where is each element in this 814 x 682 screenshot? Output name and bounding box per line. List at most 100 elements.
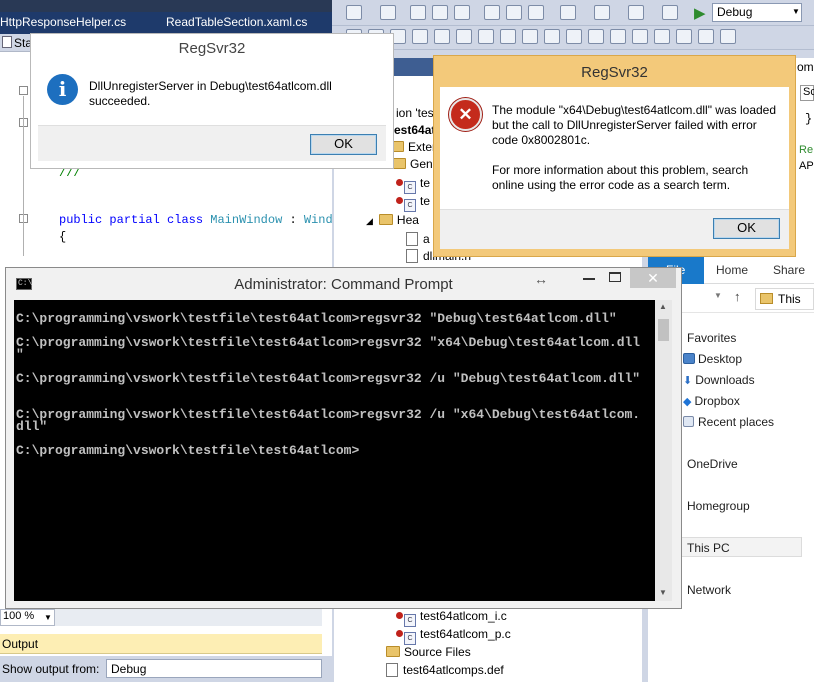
excluded-dot-icon: [396, 197, 403, 204]
start-debug-icon[interactable]: ▶: [694, 4, 706, 22]
toolbar-icon[interactable]: [632, 29, 648, 44]
tree-label: test64atlcom_p.c: [420, 627, 511, 641]
project-node[interactable]: test64atl: [390, 123, 439, 137]
toolbar-icon[interactable]: [544, 29, 560, 44]
tree-file-item[interactable]: Ctest64atlcom_i.c: [396, 609, 507, 627]
tree-label: test64atlcom_i.c: [420, 609, 507, 623]
nav-network[interactable]: Network: [687, 583, 731, 597]
external-dependencies-node[interactable]: Exter: [390, 140, 436, 154]
ribbon-tab-home[interactable]: Home: [716, 263, 748, 277]
code-keyword: partial: [109, 213, 160, 227]
solution-node[interactable]: ion 'tes: [396, 106, 434, 120]
tree-file-item[interactable]: test64atlcomps.def: [386, 663, 504, 677]
outline-collapse-icon[interactable]: [19, 86, 28, 95]
console-line: C:\programming\vswork\testfile\test64atl…: [16, 407, 641, 422]
toolbar-icon[interactable]: [412, 29, 428, 44]
toolbar-icon[interactable]: [610, 29, 626, 44]
horizontal-scrollbar[interactable]: [55, 609, 322, 626]
chevron-down-icon[interactable]: ▼: [44, 613, 52, 622]
tree-file-item[interactable]: Ctest64atlcom_p.c: [396, 627, 511, 645]
scroll-up-icon[interactable]: ▲: [659, 302, 667, 311]
dialog-message-line: DllUnregisterServer in Debug\test64atlco…: [89, 79, 332, 93]
toolbar-icon[interactable]: [588, 29, 604, 44]
nav-recent-places[interactable]: Recent places: [683, 415, 774, 429]
maximize-icon[interactable]: [609, 272, 621, 282]
ok-button[interactable]: OK: [713, 218, 780, 239]
excluded-dot-icon: [396, 630, 403, 637]
close-button[interactable]: ✕: [630, 268, 676, 288]
address-bar[interactable]: This: [755, 288, 814, 310]
redo-icon[interactable]: [594, 5, 610, 20]
open-file-icon[interactable]: [410, 5, 426, 20]
toolbar-icon[interactable]: [720, 29, 736, 44]
scroll-thumb[interactable]: [658, 319, 669, 341]
undo-icon[interactable]: [560, 5, 576, 20]
tree-file-item[interactable]: Cte: [396, 194, 430, 212]
cut-icon[interactable]: [484, 5, 500, 20]
nav-downloads[interactable]: ⬇ Downloads: [683, 373, 755, 387]
edge-text: Sc: [800, 85, 814, 101]
vertical-scrollbar[interactable]: ▲ ▼: [655, 300, 672, 601]
tree-label: te: [420, 176, 431, 190]
minimize-icon[interactable]: [583, 272, 595, 280]
code-base-type: Wind: [303, 213, 333, 227]
tab-httpresponsehelper[interactable]: HttpResponseHelper.cs: [0, 15, 126, 29]
toolbar-icon[interactable]: [522, 29, 538, 44]
excluded-dot-icon: [396, 612, 403, 619]
scroll-down-icon[interactable]: ▼: [659, 588, 667, 597]
save-all-icon[interactable]: [454, 5, 470, 20]
nav-this-pc[interactable]: This PC: [687, 541, 730, 555]
c-file-icon: C: [404, 181, 416, 194]
toolbar-icon[interactable]: [434, 29, 450, 44]
nav-homegroup[interactable]: Homegroup: [687, 499, 750, 513]
solution-configuration-select[interactable]: Debug: [712, 3, 802, 22]
save-icon[interactable]: [432, 5, 448, 20]
toolbar-icon[interactable]: [478, 29, 494, 44]
tree-label: Source Files: [404, 645, 471, 659]
header-files-node[interactable]: ◢ Hea: [366, 213, 419, 227]
tab-readtablepage[interactable]: ReadTableSection.xaml.cs: [166, 15, 307, 29]
ribbon-tab-share[interactable]: Share: [773, 263, 805, 277]
nav-onedrive[interactable]: OneDrive: [687, 457, 738, 471]
excluded-dot-icon: [396, 179, 403, 186]
chevron-down-icon[interactable]: ▼: [792, 7, 800, 16]
add-item-icon[interactable]: [380, 5, 396, 20]
ok-button[interactable]: OK: [310, 134, 377, 155]
output-toolbar: Show output from: Debug: [0, 656, 332, 682]
tree-label: Hea: [396, 213, 419, 227]
edge-text: om.: [797, 60, 814, 74]
up-arrow-icon[interactable]: ↑: [734, 289, 741, 304]
header-file-icon: [406, 232, 418, 246]
copy-icon[interactable]: [506, 5, 522, 20]
toolbar-icon[interactable]: [698, 29, 714, 44]
toolbar-icon[interactable]: [500, 29, 516, 44]
expand-triangle-icon[interactable]: ◢: [366, 216, 373, 226]
toolbar-icon[interactable]: [456, 29, 472, 44]
navigate-backward-icon[interactable]: [628, 5, 644, 20]
toolbar-icon[interactable]: [654, 29, 670, 44]
console-line: C:\programming\vswork\testfile\test64atl…: [16, 371, 641, 386]
cmd-window-title: Administrator: Command Prompt: [234, 276, 453, 293]
nav-dropbox[interactable]: ◆ Dropbox: [683, 394, 740, 408]
console-line: C:\programming\vswork\testfile\test64atl…: [16, 443, 360, 458]
paste-icon[interactable]: [528, 5, 544, 20]
nav-label: Desktop: [698, 352, 743, 366]
tree-file-item[interactable]: Cte: [396, 176, 430, 194]
nav-desktop[interactable]: Desktop: [683, 352, 742, 366]
source-files-node[interactable]: Source Files: [386, 645, 471, 659]
dropbox-icon: ◆: [683, 396, 692, 408]
new-project-icon[interactable]: [346, 5, 362, 20]
folder-icon: [760, 293, 773, 304]
dialog-message-line: For more information about this problem,…: [492, 163, 749, 177]
toolbar-icon[interactable]: [566, 29, 582, 44]
tree-file-item[interactable]: a: [406, 232, 430, 246]
recent-locations-icon[interactable]: ▼: [714, 291, 722, 300]
navigate-forward-icon[interactable]: [662, 5, 678, 20]
output-source-select[interactable]: Debug: [106, 659, 322, 678]
toolbar-icon[interactable]: [676, 29, 692, 44]
download-arrow-icon: ⬇: [683, 375, 693, 387]
tree-label: test64atlcomps.def: [403, 663, 504, 677]
nav-favorites[interactable]: Favorites: [687, 331, 736, 345]
dialog-message-line: but the call to DllUnregisterServer fail…: [492, 118, 757, 132]
def-file-icon: [386, 663, 398, 677]
